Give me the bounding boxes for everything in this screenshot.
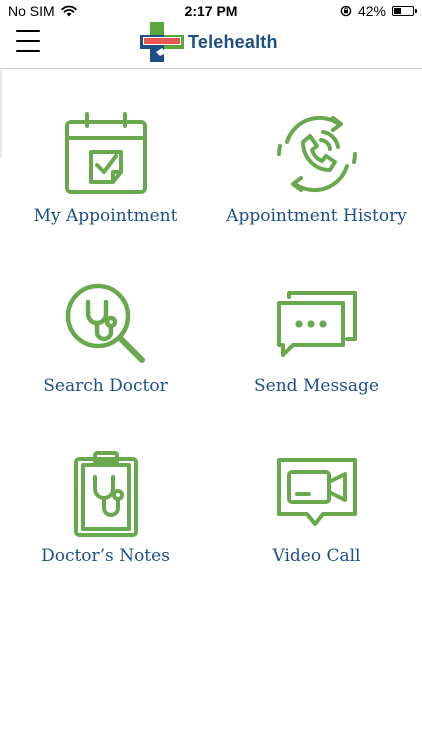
phone-history-icon [267, 104, 367, 204]
clipboard-stethoscope-icon [56, 444, 156, 544]
app-header: Telehealth [0, 22, 422, 69]
tile-label: Video Call [272, 546, 361, 566]
battery-percent: 42% [357, 3, 386, 19]
tile-label: My Appointment [33, 206, 178, 226]
status-bar: No SIM 2:17 PM 42% [0, 0, 422, 22]
tile-label: Doctor’s Notes [41, 546, 170, 566]
calendar-check-icon [56, 104, 156, 204]
tile-label: Appointment History [226, 206, 407, 226]
orientation-lock-icon [340, 5, 352, 17]
brand-title: Telehealth [188, 31, 278, 52]
status-right: 42% [340, 3, 417, 19]
video-camera-icon [267, 444, 367, 544]
tile-doctors-notes[interactable]: Doctor’s Notes [0, 410, 211, 580]
wifi-icon [60, 5, 77, 17]
brand: Telehealth [140, 22, 278, 62]
tile-my-appointment[interactable]: My Appointment [0, 70, 211, 240]
carrier-label: No SIM [8, 3, 55, 19]
tile-appointment-history[interactable]: Appointment History [211, 70, 422, 240]
tile-video-call[interactable]: Video Call [211, 410, 422, 580]
status-left: No SIM [8, 3, 77, 19]
battery-icon [392, 6, 417, 16]
tile-send-message[interactable]: Send Message [211, 240, 422, 410]
search-stethoscope-icon [56, 274, 156, 374]
chat-bubbles-icon [267, 274, 367, 374]
battery-fill [394, 8, 402, 14]
clock: 2:17 PM [184, 3, 238, 19]
tile-label: Send Message [254, 376, 379, 396]
hamburger-menu-icon[interactable] [16, 30, 40, 52]
tile-search-doctor[interactable]: Search Doctor [0, 240, 211, 410]
tile-label: Search Doctor [43, 376, 168, 396]
medical-cross-logo-icon [140, 22, 184, 62]
